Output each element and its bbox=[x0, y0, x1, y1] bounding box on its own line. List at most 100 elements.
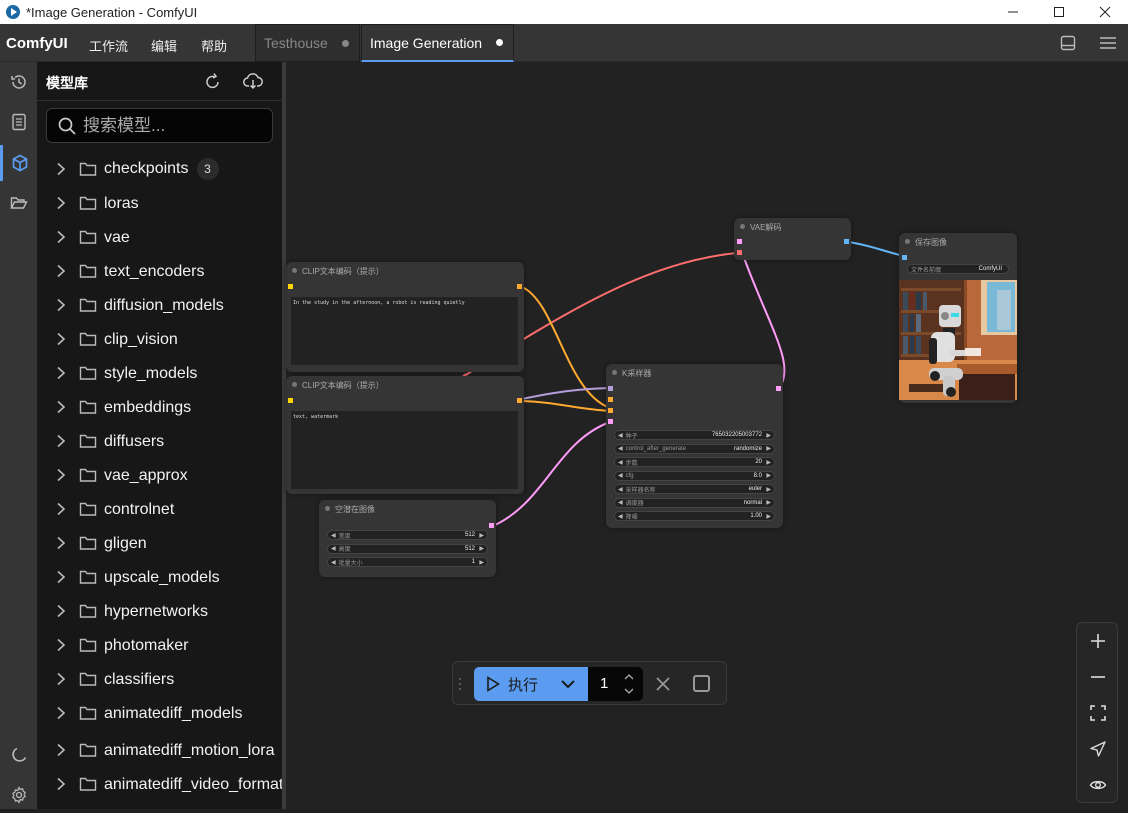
chevron-right-icon[interactable] bbox=[54, 196, 68, 210]
history-button[interactable] bbox=[0, 64, 37, 100]
tab-image-generation[interactable]: Image Generation bbox=[361, 24, 514, 62]
decrement-arrow-icon[interactable]: ◀ bbox=[618, 459, 623, 466]
widget-value[interactable]: randomize bbox=[734, 446, 762, 452]
chevron-right-icon[interactable] bbox=[54, 638, 68, 652]
node-empty-latent-image[interactable]: 空潜在图像 ◀ 宽度 512 ▶ ◀ 高度 512 ▶ ◀ 批量大小 1 ▶ bbox=[319, 500, 496, 577]
increment-arrow-icon[interactable]: ▶ bbox=[766, 459, 771, 466]
chevron-right-icon[interactable] bbox=[54, 672, 68, 686]
widget-value[interactable]: 8.0 bbox=[754, 473, 762, 479]
queue-button[interactable] bbox=[0, 104, 37, 140]
node-collapse-dot[interactable] bbox=[325, 506, 330, 511]
model-folder-upscale-models[interactable]: upscale_models bbox=[37, 560, 282, 594]
node-collapse-dot[interactable] bbox=[740, 224, 745, 229]
model-folder-style-models[interactable]: style_models bbox=[37, 356, 282, 390]
drag-handle-icon[interactable]: · · · bbox=[458, 672, 462, 694]
widget-control-after-generate[interactable]: ◀ control_after_generate randomize ▶ bbox=[614, 443, 775, 454]
input-slot-samples[interactable] bbox=[737, 239, 742, 244]
model-folder-diffusers[interactable]: diffusers bbox=[37, 424, 282, 458]
zoom-in-button[interactable] bbox=[1086, 629, 1110, 653]
widget-field-5[interactable]: ◀ 调度器 normal ▶ bbox=[614, 497, 775, 508]
output-slot-latent[interactable] bbox=[776, 386, 781, 391]
widget-cfg[interactable]: ◀ cfg 8.0 ▶ bbox=[614, 470, 775, 481]
decrement-icon[interactable] bbox=[624, 687, 634, 695]
chevron-right-icon[interactable] bbox=[54, 604, 68, 618]
unsaved-dot-icon[interactable] bbox=[496, 39, 504, 46]
zoom-out-button[interactable] bbox=[1086, 665, 1110, 689]
prompt-textarea[interactable]: text, watermark bbox=[291, 411, 518, 489]
increment-arrow-icon[interactable]: ▶ bbox=[766, 486, 771, 493]
input-slot-positive[interactable] bbox=[608, 397, 613, 402]
model-folder-checkpoints[interactable]: checkpoints 3 bbox=[37, 152, 282, 186]
widget-value[interactable]: 512 bbox=[465, 546, 475, 552]
node-collapse-dot[interactable] bbox=[292, 382, 297, 387]
chevron-right-icon[interactable] bbox=[54, 434, 68, 448]
widget-field-2[interactable]: ◀ 批量大小 1 ▶ bbox=[327, 557, 488, 567]
increment-arrow-icon[interactable]: ▶ bbox=[479, 559, 484, 566]
node-clip-text-encode-negative[interactable]: CLIP文本编码（提示） text, watermark bbox=[286, 376, 524, 494]
batch-count-value[interactable]: 1 bbox=[600, 675, 608, 692]
model-folder-controlnet[interactable]: controlnet bbox=[37, 492, 282, 526]
menu-workflow[interactable]: 工作流 bbox=[89, 36, 128, 55]
refresh-button[interactable] bbox=[202, 70, 224, 92]
model-folder-text-encoders[interactable]: text_encoders bbox=[37, 254, 282, 288]
decrement-arrow-icon[interactable]: ◀ bbox=[618, 445, 623, 452]
image-preview[interactable] bbox=[899, 280, 1017, 400]
widget-value[interactable]: euler bbox=[749, 486, 762, 492]
increment-arrow-icon[interactable]: ▶ bbox=[766, 513, 771, 520]
model-folder-clip-vision[interactable]: clip_vision bbox=[37, 322, 282, 356]
increment-arrow-icon[interactable]: ▶ bbox=[479, 545, 484, 552]
output-slot-image[interactable] bbox=[844, 239, 849, 244]
increment-arrow-icon[interactable]: ▶ bbox=[766, 445, 771, 452]
brand-logo[interactable]: ComfyUI bbox=[6, 35, 68, 52]
chevron-right-icon[interactable] bbox=[54, 706, 68, 720]
node-clip-text-encode-positive[interactable]: CLIP文本编码（提示） In the study in the afterno… bbox=[286, 262, 524, 372]
decrement-arrow-icon[interactable]: ◀ bbox=[331, 532, 336, 539]
widget-field-6[interactable]: ◀ 降噪 1.00 ▶ bbox=[614, 511, 775, 521]
node-collapse-dot[interactable] bbox=[612, 370, 617, 375]
input-slot-images[interactable] bbox=[902, 255, 907, 260]
decrement-arrow-icon[interactable]: ◀ bbox=[618, 432, 623, 439]
widget-field-0[interactable]: ◀ 宽度 512 ▶ bbox=[327, 530, 488, 540]
model-folder-classifiers[interactable]: classifiers bbox=[37, 662, 282, 696]
widget-value[interactable]: normal bbox=[744, 500, 762, 506]
widget-value[interactable]: 765032205003772 bbox=[712, 432, 762, 438]
model-folder-animatediff-video-formats[interactable]: animatediff_video_formats bbox=[37, 764, 291, 804]
input-slot-clip[interactable] bbox=[288, 284, 293, 289]
model-folder-embeddings[interactable]: embeddings bbox=[37, 390, 282, 424]
input-slot-negative[interactable] bbox=[608, 408, 613, 413]
minimize-button[interactable] bbox=[990, 0, 1036, 24]
input-slot-latent-image[interactable] bbox=[608, 419, 613, 424]
model-folder-vae-approx[interactable]: vae_approx bbox=[37, 458, 282, 492]
widget-value[interactable]: 1 bbox=[472, 559, 475, 565]
model-folder-hypernetworks[interactable]: hypernetworks bbox=[37, 594, 282, 628]
decrement-arrow-icon[interactable]: ◀ bbox=[618, 513, 623, 520]
chevron-right-icon[interactable] bbox=[54, 570, 68, 584]
cancel-run-icon[interactable] bbox=[653, 674, 673, 694]
widget-value[interactable]: 512 bbox=[465, 532, 475, 538]
output-slot-latent[interactable] bbox=[489, 523, 494, 528]
widget-field-4[interactable]: ◀ 采样器名称 euler ▶ bbox=[614, 484, 775, 494]
maximize-button[interactable] bbox=[1036, 0, 1082, 24]
node-ksampler[interactable]: K采样器 ◀ 种子 765032205003772 ▶ ◀ control_after_g… bbox=[606, 364, 783, 528]
theme-toggle-button[interactable] bbox=[0, 737, 37, 773]
chevron-right-icon[interactable] bbox=[54, 162, 68, 176]
model-folder-gligen[interactable]: gligen bbox=[37, 526, 282, 560]
workflows-button[interactable] bbox=[0, 185, 37, 221]
settings-button[interactable] bbox=[0, 777, 37, 813]
output-slot-conditioning[interactable] bbox=[517, 398, 522, 403]
chevron-right-icon[interactable] bbox=[54, 743, 68, 757]
menu-edit[interactable]: 编辑 bbox=[151, 36, 177, 55]
toggle-links-button[interactable] bbox=[1086, 773, 1110, 797]
widget-field-0[interactable]: ◀ 种子 765032205003772 ▶ bbox=[614, 430, 775, 440]
decrement-arrow-icon[interactable]: ◀ bbox=[331, 559, 336, 566]
decrement-arrow-icon[interactable]: ◀ bbox=[618, 499, 623, 506]
node-graph-canvas[interactable]: CLIP文本编码（提示） In the study in the afterno… bbox=[286, 62, 1128, 809]
tab-testhouse[interactable]: Testhouse bbox=[255, 24, 360, 62]
chevron-right-icon[interactable] bbox=[54, 400, 68, 414]
model-folder-diffusion-models[interactable]: diffusion_models bbox=[37, 288, 282, 322]
decrement-arrow-icon[interactable]: ◀ bbox=[618, 486, 623, 493]
bottom-panel-button[interactable] bbox=[1058, 34, 1078, 52]
main-menu-button[interactable] bbox=[1098, 34, 1118, 52]
input-slot-model[interactable] bbox=[608, 386, 613, 391]
model-folder-photomaker[interactable]: photomaker bbox=[37, 628, 282, 662]
